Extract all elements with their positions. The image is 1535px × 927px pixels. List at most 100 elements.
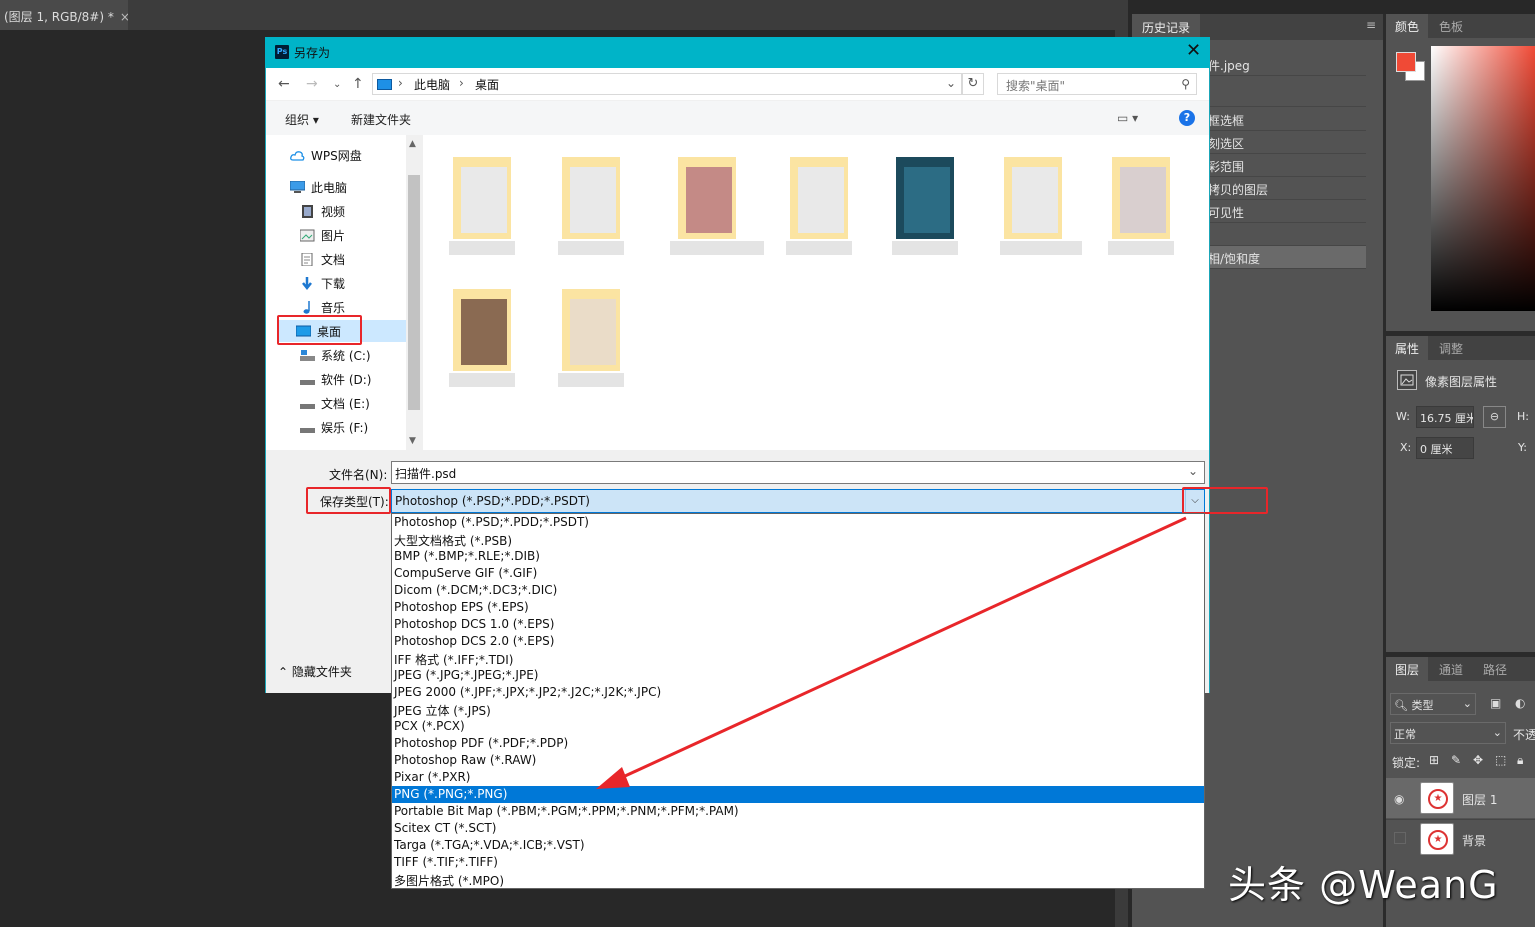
sidebar-item-drive-f[interactable]: 娱乐 (F:)	[300, 416, 368, 438]
filetype-option[interactable]: CompuServe GIF (*.GIF)	[392, 565, 1204, 582]
layer-row[interactable]	[1386, 778, 1535, 818]
scroll-down-icon[interactable]: ▼	[409, 436, 416, 446]
chevron-down-icon[interactable]: ⌄	[1188, 464, 1198, 478]
link-icon[interactable]: ⊖	[1483, 406, 1506, 428]
file-item[interactable]	[552, 143, 630, 258]
width-field[interactable]: 16.75 厘米	[1416, 406, 1474, 428]
layer-name[interactable]: 背景	[1462, 832, 1486, 849]
history-item[interactable]: 可见性	[1200, 200, 1366, 223]
file-item[interactable]	[552, 275, 630, 390]
close-tab-icon[interactable]: ×	[120, 10, 128, 24]
sidebar-item-pictures[interactable]: 图片	[299, 224, 345, 246]
sidebar-item-documents[interactable]: 文档	[300, 248, 345, 270]
filetype-option[interactable]: JPEG 2000 (*.JPF;*.JPX;*.JP2;*.J2C;*.J2K…	[392, 684, 1204, 701]
breadcrumb-root[interactable]: 此电脑	[414, 76, 450, 93]
sidebar-item-drive-c[interactable]: 系统 (C:)	[300, 344, 371, 366]
filetype-option[interactable]: PNG (*.PNG;*.PNG)	[392, 786, 1204, 803]
chevron-down-icon[interactable]: ⌄	[946, 76, 956, 90]
panel-menu-icon[interactable]: ≡	[1366, 18, 1376, 32]
file-item[interactable]	[668, 143, 764, 258]
foreground-color-swatch[interactable]	[1396, 52, 1416, 72]
help-icon[interactable]: ?	[1179, 110, 1195, 126]
file-item[interactable]	[1102, 143, 1180, 258]
layer-filter-select[interactable]: 🔍︎ 类型 ⌄	[1390, 693, 1476, 715]
document-tab[interactable]: (图层 1, RGB/8#) * ×	[0, 0, 128, 30]
filetype-option[interactable]: Photoshop (*.PSD;*.PDD;*.PSDT)	[392, 514, 1204, 531]
layer-name[interactable]: 图层 1	[1462, 791, 1497, 808]
lock-paint-icon[interactable]: ✎	[1451, 753, 1461, 767]
color-picker-field[interactable]	[1431, 46, 1535, 311]
dialog-titlebar[interactable]	[265, 37, 1210, 68]
history-item[interactable]: 彩范围	[1200, 154, 1366, 177]
eye-icon[interactable]: ◉	[1394, 792, 1404, 806]
filetype-option[interactable]: Portable Bit Map (*.PBM;*.PGM;*.PPM;*.PN…	[392, 803, 1204, 820]
up-arrow-icon[interactable]: ↑	[352, 76, 364, 92]
visibility-toggle[interactable]	[1394, 832, 1406, 844]
forward-arrow-icon[interactable]: →	[306, 76, 318, 92]
filetype-option[interactable]: Photoshop DCS 2.0 (*.EPS)	[392, 633, 1204, 650]
lock-position-icon[interactable]: ✥	[1473, 753, 1483, 767]
close-icon[interactable]: ✕	[1186, 40, 1201, 61]
filetype-option[interactable]: Photoshop DCS 1.0 (*.EPS)	[392, 616, 1204, 633]
file-item[interactable]	[443, 275, 521, 390]
refresh-icon[interactable]: ↻	[962, 73, 984, 95]
filetype-option[interactable]: JPEG (*.JPG;*.JPEG;*.JPE)	[392, 667, 1204, 684]
filetype-option[interactable]: IFF 格式 (*.IFF;*.TDI)	[392, 650, 1204, 667]
filetype-select[interactable]: Photoshop (*.PSD;*.PDD;*.PSDT)	[391, 489, 1205, 513]
history-item[interactable]: 框选框	[1200, 108, 1366, 131]
scroll-up-icon[interactable]: ▲	[409, 139, 416, 149]
sidebar-item-drive-d[interactable]: 软件 (D:)	[300, 368, 371, 390]
tab-channels[interactable]: 通道	[1430, 657, 1472, 681]
filetype-option[interactable]: Photoshop PDF (*.PDF;*.PDP)	[392, 735, 1204, 752]
filetype-option[interactable]: JPEG 立体 (*.JPS)	[392, 701, 1204, 718]
lock-artboard-icon[interactable]: ⬚	[1495, 753, 1506, 767]
history-item[interactable]: 刻选区	[1200, 131, 1366, 154]
new-folder-button[interactable]: 新建文件夹	[351, 111, 411, 128]
tab-color[interactable]: 颜色	[1386, 14, 1429, 38]
adjustment-filter-icon[interactable]: ◐	[1515, 696, 1525, 710]
filetype-option[interactable]: PCX (*.PCX)	[392, 718, 1204, 735]
sidebar-item-downloads[interactable]: 下载	[300, 272, 345, 294]
filetype-option[interactable]: Dicom (*.DCM;*.DC3;*.DIC)	[392, 582, 1204, 599]
tab-adjustments[interactable]: 调整	[1430, 336, 1472, 360]
x-field[interactable]: 0 厘米	[1416, 437, 1474, 459]
sidebar-item-videos[interactable]: 视频	[300, 200, 345, 222]
tab-properties[interactable]: 属性	[1386, 336, 1429, 360]
recent-locations-icon[interactable]: ⌄	[333, 79, 341, 90]
filetype-option[interactable]: BMP (*.BMP;*.RLE;*.DIB)	[392, 548, 1204, 565]
file-item[interactable]	[780, 143, 858, 258]
scrollbar-thumb[interactable]	[408, 175, 420, 410]
filetype-option[interactable]: TIFF (*.TIF;*.TIFF)	[392, 854, 1204, 871]
history-item[interactable]: 拷贝的图层	[1200, 177, 1366, 200]
tab-paths[interactable]: 路径	[1474, 657, 1516, 681]
filetype-option[interactable]: Photoshop Raw (*.RAW)	[392, 752, 1204, 769]
filetype-option[interactable]: Pixar (*.PXR)	[392, 769, 1204, 786]
lock-all-icon[interactable]: 🔒︎	[1517, 753, 1523, 768]
image-filter-icon[interactable]: ▣	[1490, 696, 1501, 710]
file-item[interactable]	[443, 143, 521, 258]
filetype-option[interactable]: 大型文档格式 (*.PSB)	[392, 531, 1204, 548]
file-item[interactable]	[886, 143, 964, 258]
filename-input[interactable]: 扫描件.psd ⌄	[391, 461, 1205, 484]
lock-transparent-icon[interactable]: ⊞	[1429, 753, 1439, 767]
view-options-icon[interactable]: ▭ ▾	[1117, 111, 1138, 125]
filetype-option[interactable]: Photoshop EPS (*.EPS)	[392, 599, 1204, 616]
tab-layers[interactable]: 图层	[1386, 657, 1429, 681]
history-item-selected[interactable]: 相/饱和度	[1200, 246, 1366, 269]
history-item[interactable]	[1200, 223, 1366, 246]
history-item[interactable]: 件.jpeg	[1200, 52, 1366, 76]
filetype-option[interactable]: Targa (*.TGA;*.VDA;*.ICB;*.VST)	[392, 837, 1204, 854]
sidebar-item-drive-e[interactable]: 文档 (E:)	[300, 392, 370, 414]
filetype-option[interactable]: Scitex CT (*.SCT)	[392, 820, 1204, 837]
history-item[interactable]	[1200, 84, 1366, 107]
file-item[interactable]	[994, 143, 1082, 258]
breadcrumb-current[interactable]: 桌面	[475, 76, 499, 93]
sidebar-item-wps[interactable]: WPS网盘	[290, 144, 362, 166]
filetype-option[interactable]: 多图片格式 (*.MPO)	[392, 871, 1204, 888]
organize-button[interactable]: 组织 ▾	[285, 111, 319, 128]
tab-swatches[interactable]: 色板	[1430, 14, 1472, 38]
hide-folders-button[interactable]: ⌃ 隐藏文件夹	[278, 663, 352, 680]
sidebar-item-this-pc[interactable]: 此电脑	[289, 176, 347, 198]
back-arrow-icon[interactable]: ←	[278, 76, 290, 92]
search-input[interactable]: 搜索"桌面" ⚲	[997, 73, 1197, 95]
